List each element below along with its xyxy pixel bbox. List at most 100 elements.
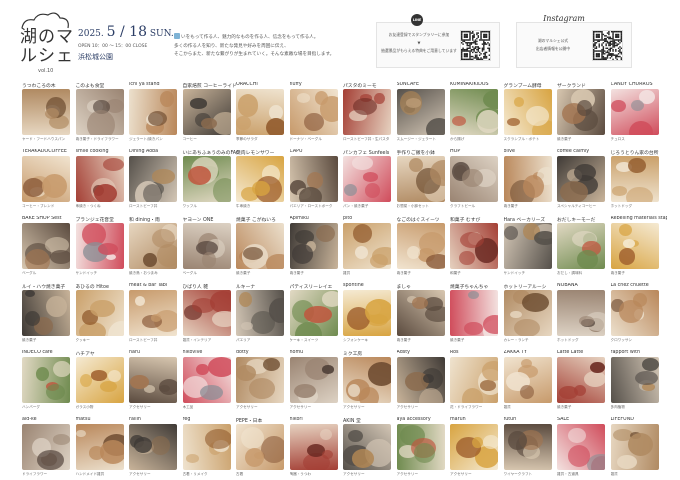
vendor-card: dotty アクセサリー bbox=[236, 350, 284, 416]
vendor-photo bbox=[236, 156, 284, 202]
vendor-name: PEPE・日本 bbox=[236, 419, 263, 424]
vendor-photo bbox=[503, 290, 552, 336]
vendor-photo bbox=[450, 89, 498, 135]
vendor-name: ひばり人 雑 bbox=[182, 285, 209, 290]
vendor-photo bbox=[22, 156, 70, 202]
vendor-caption: アクセサリー bbox=[343, 405, 365, 409]
vendor-photo bbox=[129, 156, 177, 202]
vendor-caption: アクセサリー bbox=[396, 405, 419, 409]
vendor-caption: クロワッサン bbox=[610, 338, 633, 342]
vendor-caption: アクセサリー bbox=[236, 405, 258, 409]
vendor-name: matsu bbox=[75, 417, 91, 422]
event-time: OPEN 10：00 ～ 15：00 CLOSE bbox=[78, 44, 148, 49]
vendor-caption: から揚げ bbox=[450, 137, 465, 141]
vendor-photo bbox=[129, 424, 177, 470]
vendor-photo bbox=[557, 424, 605, 470]
vendor-name: Adsty bbox=[396, 350, 410, 355]
vendor-photo bbox=[503, 89, 552, 135]
vendor-caption: ワイヤークラフト bbox=[503, 472, 533, 476]
bullet-icon bbox=[174, 33, 180, 39]
line-desc-line: お友達登録でスタンプラリーに参加 bbox=[388, 32, 450, 37]
vendor-name: pito bbox=[343, 216, 353, 221]
vendor-caption: お惣菜・小鉢セット bbox=[396, 204, 429, 208]
vendor-caption: 焼き菓子・ドライフラワー bbox=[75, 137, 119, 141]
vendor-caption: シフォンケーキ bbox=[343, 338, 369, 342]
vendor-name: SALE bbox=[557, 417, 570, 422]
vendor-caption: 焼き鳥・おつまみ bbox=[129, 271, 158, 275]
vendor-photo bbox=[182, 89, 231, 135]
vendor-caption: 雑貨 bbox=[610, 472, 618, 476]
vendor-caption: 牛串焼き bbox=[236, 204, 251, 208]
vendor-caption: 陶器・うつわ bbox=[289, 472, 312, 476]
vendor-card: spontine シフォンケーキ bbox=[343, 283, 391, 349]
vendor-caption: ローストビーフ丼 bbox=[129, 204, 158, 208]
vendor-name: ミク工房 bbox=[343, 352, 363, 357]
vendor-caption: ワッフル bbox=[182, 204, 197, 208]
vendor-card: あひるの Hitoe クッキー bbox=[75, 283, 124, 349]
vendor-card: このよも食堂 焼き菓子・ドライフラワー bbox=[75, 82, 124, 148]
vendor-caption: 焼き菓子 bbox=[557, 405, 572, 409]
vendor-caption: アクセサリー bbox=[129, 405, 151, 409]
vendor-photo bbox=[236, 89, 284, 135]
line-qr-code[interactable] bbox=[460, 30, 491, 61]
vendor-name: TERAKADOCOFFEE bbox=[22, 149, 67, 154]
vendor-caption: 焼き菓子 bbox=[503, 204, 518, 208]
flyer-header: 湖のマルシェ vol.10 2025. 5 / 18 SUN. OPEN 10：… bbox=[0, 0, 680, 80]
vendor-caption: 和菓子 bbox=[450, 271, 461, 275]
vendor-name: 和菓子 むすび bbox=[450, 218, 481, 223]
vendor-caption: ドライフラワー bbox=[22, 472, 48, 476]
vendor-caption: 焼き菓子 bbox=[396, 338, 411, 342]
vendor-name: うつわころの木 bbox=[22, 84, 56, 89]
vendor-caption: 焼き菓子 bbox=[22, 338, 37, 342]
vendor-photo bbox=[503, 223, 552, 269]
vendor-name: dotty bbox=[236, 350, 249, 355]
vendor-name: ルイ・ハウ焼き菓子 bbox=[22, 285, 66, 290]
vendor-photo bbox=[396, 156, 445, 202]
vendor-name: La chez chuette bbox=[610, 283, 649, 288]
vendor-card: Latte Latte 焼き菓子 bbox=[557, 350, 605, 416]
vendor-caption: ドーナツ・ベーグル bbox=[289, 137, 322, 141]
vendor-caption: 多肉植物 bbox=[610, 405, 625, 409]
vendor-card: AKIN 堂アクセサリー bbox=[343, 417, 391, 480]
vendor-photo bbox=[75, 89, 124, 135]
vendor-name: 和 dining・雨 bbox=[129, 218, 160, 223]
vendor-photo bbox=[75, 223, 124, 269]
vendor-photo bbox=[396, 357, 445, 403]
vendor-name: じろうとりん家の台所 bbox=[610, 151, 659, 156]
line-qr-desc: お友達登録でスタンプラリーに参加 ▼ 抽選景品がもらえる特典をご用意しています bbox=[381, 31, 457, 55]
vendor-card: reg 古着・リメイク bbox=[182, 417, 231, 480]
vendor-caption: チュロス bbox=[610, 137, 625, 141]
vendor-photo bbox=[343, 223, 391, 269]
vendor-photo bbox=[22, 223, 70, 269]
vendor-caption: 雑貨・インテリア bbox=[182, 338, 212, 342]
vendor-name: 焼菓子 こがねいろ bbox=[236, 218, 276, 223]
vendor-photo bbox=[289, 223, 338, 269]
vendor-card: haru アクセサリー bbox=[129, 350, 177, 416]
vendor-card: fluffy ドーナツ・ベーグル bbox=[289, 82, 338, 148]
vendor-caption: ホットドッグ bbox=[557, 338, 579, 342]
vendor-photo bbox=[22, 89, 70, 135]
vendor-name: smile cooking bbox=[75, 149, 109, 154]
vendor-card: olive 焼き菓子 bbox=[503, 149, 552, 215]
vendor-name: ハチアヤ bbox=[75, 352, 95, 357]
vendor-card: futuri ワイヤークラフト bbox=[503, 417, 552, 480]
vendor-caption: スクランブル・ポテト bbox=[503, 137, 540, 141]
vendor-photo bbox=[450, 156, 498, 202]
vendor-name: おだしキーモーだ bbox=[557, 218, 596, 223]
vendor-name: ザークランド bbox=[557, 84, 586, 89]
vendor-card: SALE 雑貨・古道具 bbox=[557, 417, 605, 480]
vendor-photo bbox=[503, 424, 552, 470]
vendor-name: パティスリーレイエ bbox=[289, 285, 333, 290]
vendor-photo bbox=[236, 424, 284, 470]
vendor-caption: 焼き菓子 bbox=[396, 271, 411, 275]
instagram-qr-code[interactable] bbox=[592, 30, 623, 61]
vendor-photo bbox=[343, 290, 391, 336]
vendor-photo bbox=[396, 89, 445, 135]
vendor-name: KUMINAKIKIDOS bbox=[450, 82, 489, 87]
vendor-caption: 焼き菓子 bbox=[450, 338, 465, 342]
vendor-card: Ros 花・ドライフラワー bbox=[450, 350, 498, 416]
vendor-card: aya accessory アクセサリー bbox=[396, 417, 445, 480]
vendor-card: グランブーム酵母 スクランブル・ポテト bbox=[503, 82, 552, 148]
volume-label: vol.10 bbox=[38, 68, 54, 74]
lead-line: いをもって作る人、魅力的なものを作る人、信念をもって作る人。 bbox=[181, 35, 319, 40]
